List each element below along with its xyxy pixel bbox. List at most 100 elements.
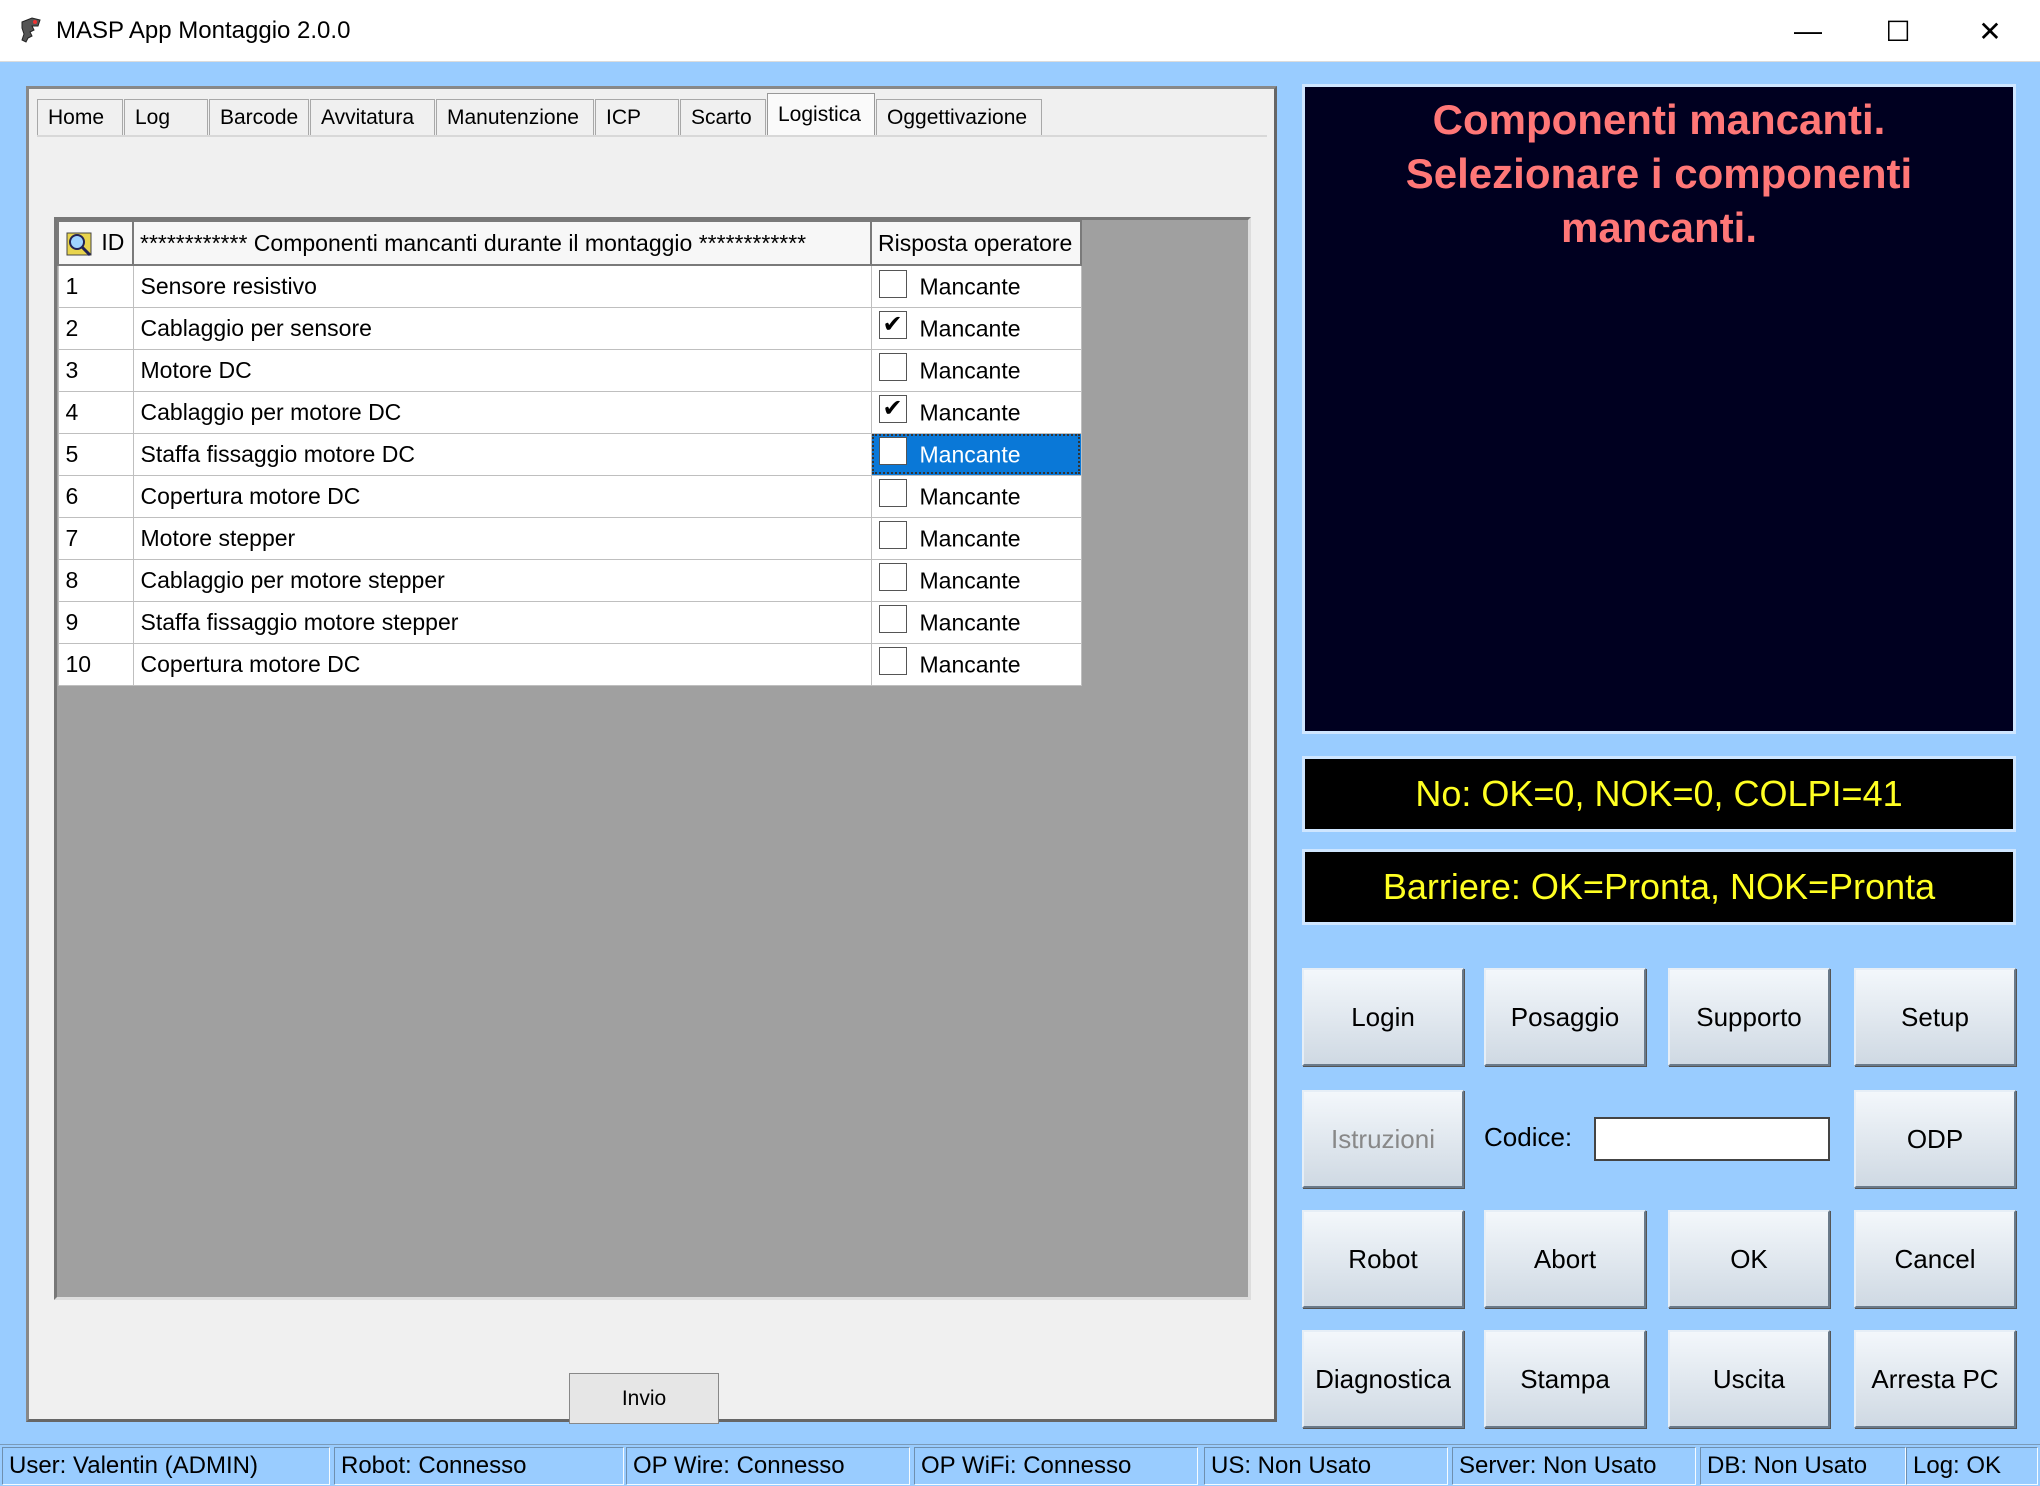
missing-checkbox[interactable]: [878, 563, 907, 592]
table-row[interactable]: 5 Staffa fissaggio motore DC Mancante: [57, 432, 1082, 476]
missing-checkbox[interactable]: [878, 437, 907, 466]
row-response[interactable]: Mancante: [870, 474, 1082, 518]
row-id: 8: [57, 558, 134, 602]
cancel-button[interactable]: Cancel: [1854, 1210, 2016, 1308]
table-row[interactable]: 1 Sensore resistivo Mancante: [57, 264, 1082, 308]
missing-checkbox[interactable]: ✔: [878, 395, 907, 424]
row-component: Copertura motore DC: [132, 474, 872, 518]
checkbox-label: Mancante: [919, 650, 1021, 677]
tab-scarto[interactable]: Scarto: [680, 99, 766, 135]
tab-avvitatura[interactable]: Avvitatura: [310, 99, 435, 135]
table-row[interactable]: 6 Copertura motore DC Mancante: [57, 474, 1082, 518]
row-response[interactable]: Mancante: [870, 558, 1082, 602]
id-column-header[interactable]: ID: [57, 220, 134, 266]
minimize-button[interactable]: —: [1762, 0, 1854, 62]
odp-button[interactable]: ODP: [1854, 1090, 2016, 1188]
table-row[interactable]: 10 Copertura motore DC Mancante: [57, 642, 1082, 686]
status-log: Log: OK: [1906, 1447, 2038, 1485]
row-id: 10: [57, 642, 134, 686]
row-component: Copertura motore DC: [132, 642, 872, 686]
abort-button[interactable]: Abort: [1484, 1210, 1646, 1308]
tab-barcode[interactable]: Barcode: [209, 99, 309, 135]
missing-checkbox[interactable]: [878, 353, 907, 382]
id-header-label: ID: [101, 229, 125, 256]
table-row[interactable]: 2 Cablaggio per sensore ✔ Mancante: [57, 306, 1082, 350]
ok-button[interactable]: OK: [1668, 1210, 1830, 1308]
row-component: Staffa fissaggio motore stepper: [132, 600, 872, 644]
uscita-button[interactable]: Uscita: [1668, 1330, 1830, 1428]
stampa-button[interactable]: Stampa: [1484, 1330, 1646, 1428]
main-area: Home Log Barcode Avvitatura Manutenzione…: [0, 62, 2040, 1444]
message-line-3: mancanti.: [1560, 204, 1758, 251]
tab-logistica[interactable]: Logistica: [767, 93, 875, 135]
checkbox-label: Mancante: [919, 482, 1021, 509]
table-row[interactable]: 9 Staffa fissaggio motore stepper Mancan…: [57, 600, 1082, 644]
tab-log[interactable]: Log: [124, 99, 208, 135]
table-row[interactable]: 4 Cablaggio per motore DC ✔ Mancante: [57, 390, 1082, 434]
missing-checkbox[interactable]: [878, 521, 907, 550]
row-id: 1: [57, 264, 134, 308]
missing-checkbox[interactable]: [878, 647, 907, 676]
invio-button[interactable]: Invio: [569, 1373, 719, 1424]
tab-manutenzione[interactable]: Manutenzione: [436, 99, 594, 135]
checkbox-label: Mancante: [919, 273, 1021, 300]
row-id: 2: [57, 306, 134, 350]
table-row[interactable]: 8 Cablaggio per motore stepper Mancante: [57, 558, 1082, 602]
row-id: 9: [57, 600, 134, 644]
row-id: 6: [57, 474, 134, 518]
diagnostica-button[interactable]: Diagnostica: [1302, 1330, 1464, 1428]
row-response[interactable]: Mancante: [870, 600, 1082, 644]
table-row[interactable]: 3 Motore DC Mancante: [57, 348, 1082, 392]
missing-checkbox[interactable]: ✔: [878, 311, 907, 340]
maximize-button[interactable]: ☐: [1852, 0, 1944, 62]
missing-checkbox[interactable]: [878, 479, 907, 508]
table-body: 1 Sensore resistivo Mancante 2 Cablaggio…: [57, 264, 1082, 686]
tab-icp[interactable]: ICP: [595, 99, 679, 135]
codice-label: Codice:: [1484, 1122, 1573, 1152]
codice-input[interactable]: [1594, 1117, 1830, 1161]
status-op-wire: OP Wire: Connesso: [626, 1447, 910, 1485]
posaggio-button[interactable]: Posaggio: [1484, 968, 1646, 1066]
row-response[interactable]: Mancante: [870, 264, 1082, 308]
table-row[interactable]: 7 Motore stepper Mancante: [57, 516, 1082, 560]
component-column-header[interactable]: ************ Componenti mancanti durante…: [132, 220, 872, 266]
table-header-row: ID ************ Componenti mancanti dura…: [57, 220, 1082, 266]
status-server: Server: Non Usato: [1452, 1447, 1696, 1485]
robot-button[interactable]: Robot: [1302, 1210, 1464, 1308]
row-response[interactable]: Mancante: [870, 642, 1082, 686]
row-response[interactable]: Mancante: [870, 516, 1082, 560]
tab-oggettivazione[interactable]: Oggettivazione: [876, 99, 1042, 135]
checkbox-label: Mancante: [919, 608, 1021, 635]
status-op-wifi: OP WiFi: Connesso: [914, 1447, 1198, 1485]
checkbox-label: Mancante: [919, 440, 1021, 467]
checkbox-label: Mancante: [919, 356, 1021, 383]
checkbox-label: Mancante: [919, 566, 1021, 593]
components-table: ID ************ Componenti mancanti dura…: [57, 220, 1082, 686]
missing-checkbox[interactable]: [878, 269, 907, 298]
row-component: Motore stepper: [132, 516, 872, 560]
tab-divider: [37, 135, 1267, 137]
istruzioni-button[interactable]: Istruzioni: [1302, 1090, 1464, 1188]
components-grid[interactable]: ID ************ Componenti mancanti dura…: [54, 217, 1251, 1300]
barriere-display: Barriere: OK=Pronta, NOK=Pronta: [1302, 849, 2016, 925]
row-response[interactable]: ✔ Mancante: [870, 306, 1082, 350]
row-response[interactable]: Mancante: [870, 432, 1082, 476]
tab-panel: Home Log Barcode Avvitatura Manutenzione…: [26, 86, 1277, 1424]
login-button[interactable]: Login: [1302, 968, 1464, 1066]
setup-button[interactable]: Setup: [1854, 968, 2016, 1066]
status-db: DB: Non Usato: [1700, 1447, 1906, 1485]
tab-home[interactable]: Home: [37, 99, 123, 135]
close-button[interactable]: ✕: [1944, 0, 2036, 62]
response-column-header[interactable]: Risposta operatore: [870, 220, 1082, 266]
row-response[interactable]: Mancante: [870, 348, 1082, 392]
window-title: MASP App Montaggio 2.0.0: [56, 17, 351, 44]
status-bar: User: Valentin (ADMIN) Robot: Connesso O…: [0, 1444, 2040, 1486]
status-robot: Robot: Connesso: [334, 1447, 624, 1485]
arresta-pc-button[interactable]: Arresta PC: [1854, 1330, 2016, 1428]
row-component: Cablaggio per motore stepper: [132, 558, 872, 602]
missing-checkbox[interactable]: [878, 605, 907, 634]
message-line-2: Selezionare i componenti: [1405, 150, 1913, 197]
tab-strip: Home Log Barcode Avvitatura Manutenzione…: [37, 93, 1043, 135]
supporto-button[interactable]: Supporto: [1668, 968, 1830, 1066]
row-response[interactable]: ✔ Mancante: [870, 390, 1082, 434]
